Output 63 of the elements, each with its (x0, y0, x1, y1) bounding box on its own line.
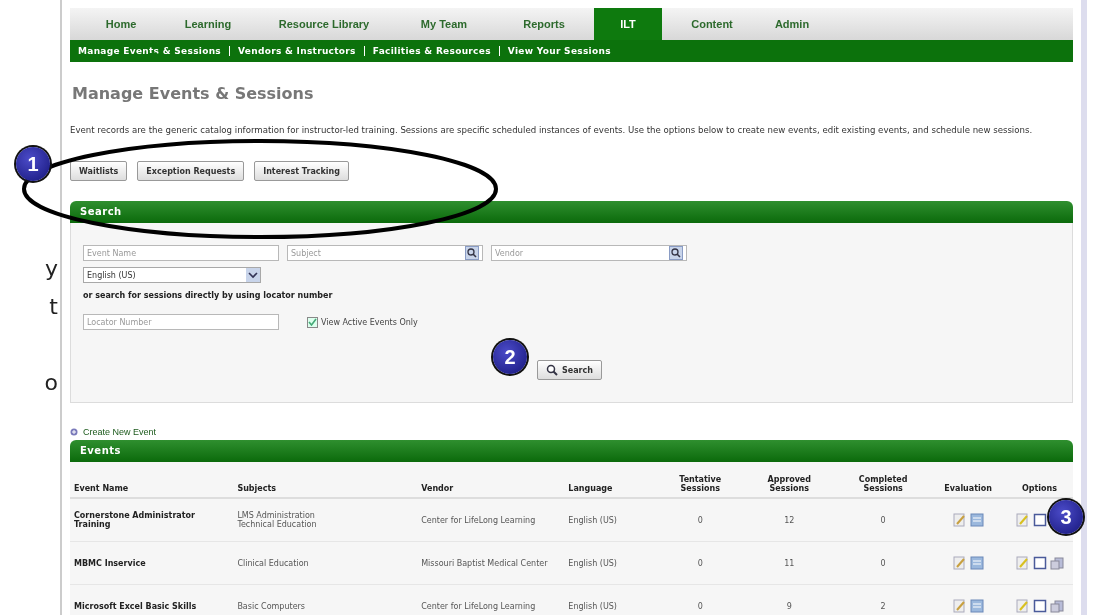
table-cell: 0 (658, 584, 743, 615)
panel-header: Search (70, 201, 1073, 223)
search-button[interactable]: Search (537, 360, 602, 380)
text-fragment: y (44, 255, 58, 283)
table-cell: Clinical Education (233, 541, 418, 585)
input-field[interactable]: Locator Number (83, 314, 279, 330)
text-fragment: o (44, 369, 58, 397)
page-title: Manage Events & Sessions (72, 84, 315, 103)
table-cell: 9 (742, 584, 837, 615)
column-header: Subjects (233, 462, 418, 498)
table-cell: English (US) (564, 498, 659, 542)
table-cell: 12 (742, 498, 837, 542)
table-cell: Cornerstone Administrator Training (70, 498, 234, 542)
callout-badge: 1 (16, 147, 50, 181)
action-button[interactable]: Waitlists (70, 161, 128, 181)
nav-tab[interactable]: Learning (162, 8, 254, 40)
lookup-field[interactable]: Vendor (491, 245, 687, 261)
locator-label: or search for sessions directly by using locator number (83, 291, 334, 300)
nav-tab[interactable]: My Team (394, 8, 494, 40)
nav-tab[interactable]: Admin (762, 8, 822, 40)
table-cell: 0 (836, 498, 931, 542)
table-cell: LMS Administration Technical Education (233, 498, 418, 542)
table-cell: 0 (658, 498, 743, 542)
table-cell: Center for LifeLong Learning (417, 584, 565, 615)
nav-tab[interactable]: ILT (594, 8, 662, 40)
table-cell: 0 (658, 541, 743, 585)
table-cell: MBMC Inservice (70, 541, 234, 585)
column-header: Language (564, 462, 659, 498)
callout-badge: 3 (1049, 500, 1083, 534)
action-button[interactable]: Exception Requests (137, 161, 245, 181)
column-header: Tentative Sessions (658, 462, 743, 498)
checkbox-label: View Active Events Only (321, 317, 418, 327)
column-header: Completed Sessions (836, 462, 931, 498)
table-cell: Basic Computers (233, 584, 418, 615)
column-header: Approved Sessions (742, 462, 837, 498)
subnav-link[interactable]: View Your Sessions (507, 46, 611, 56)
nav-tab[interactable]: Home (80, 8, 162, 40)
create-link[interactable]: Create New Event (83, 427, 157, 437)
lookup-field[interactable]: Subject (287, 245, 483, 261)
table-cell: 11 (742, 541, 837, 585)
table-cell: Center for LifeLong Learning (417, 498, 565, 542)
nav-tab[interactable]: Content (662, 8, 762, 40)
table-cell: Missouri Baptist Medical Center (417, 541, 565, 585)
nav-tab[interactable]: Resource Library (254, 8, 394, 40)
nav-tab[interactable]: Reports (494, 8, 594, 40)
column-header: Event Name (70, 462, 234, 498)
column-header: Options (1006, 462, 1073, 498)
input-field[interactable]: Event Name (83, 245, 279, 261)
table-cell: English (US) (564, 584, 659, 615)
action-button[interactable]: Interest Tracking (254, 161, 349, 181)
table-cell: 2 (836, 584, 931, 615)
text-fragment: t (49, 293, 58, 321)
table-cell: 0 (836, 541, 931, 585)
language-dropdown[interactable]: English (US) (83, 267, 261, 283)
subnav-link[interactable]: Vendors & Instructors (238, 46, 356, 56)
table-cell: Microsoft Excel Basic Skills (70, 584, 234, 615)
subnav-link[interactable]: Facilities & Resources (372, 46, 491, 56)
column-header: Vendor (417, 462, 565, 498)
column-header: Evaluation (930, 462, 1007, 498)
callout-badge: 2 (493, 340, 527, 374)
description-text: Event records are the generic catalog information for instructor-led training. Sessions are specific scheduled instances of events. Use the options below to create new events, edit existing events, and schedule new sessions. (70, 125, 1034, 135)
table-cell: English (US) (564, 541, 659, 585)
panel-header: Events (70, 440, 1073, 462)
